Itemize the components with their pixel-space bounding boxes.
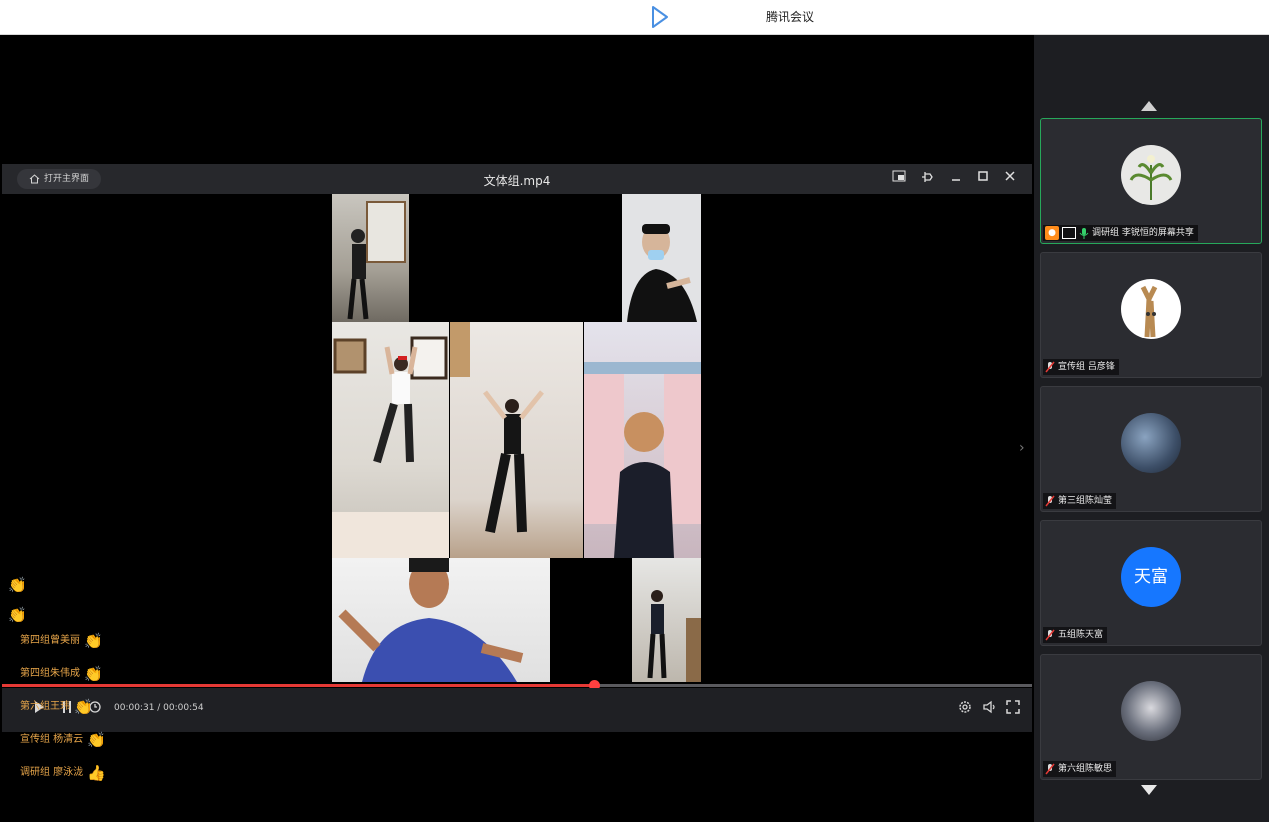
screen-share-icon xyxy=(1062,227,1076,239)
chat-message: 👏 xyxy=(8,604,27,626)
player-titlebar: 打开主界面 文体组.mp4 xyxy=(2,164,1032,194)
chat-message: 调研组 廖泳泷 👍 xyxy=(20,762,106,784)
participant-name: 宣传组 吕彦锋 xyxy=(1058,362,1115,372)
chat-message-text: 宣传组 杨清云 xyxy=(20,734,84,745)
chat-message-text: 调研组 廖泳泷 xyxy=(20,767,84,778)
picture-in-picture-icon[interactable] xyxy=(890,170,908,188)
participant-tile[interactable]: 天富 五组陈天富 xyxy=(1040,520,1262,646)
clap-icon: 👏 xyxy=(84,665,103,683)
chat-message: 👏 xyxy=(8,574,27,596)
settings-gear-icon[interactable] xyxy=(956,700,974,718)
host-icon: ● xyxy=(1045,226,1059,240)
chat-message-text: 第六组王玮 xyxy=(20,701,70,712)
clap-icon: 👏 xyxy=(8,606,27,624)
participant-name: 第三组陈灿莹 xyxy=(1058,496,1113,506)
participant-tile[interactable]: 第六组陈敏思 xyxy=(1040,654,1262,780)
maximize-icon[interactable] xyxy=(974,170,992,188)
participant-name: 第六组陈敏思 xyxy=(1058,764,1113,774)
tree-avatar xyxy=(1121,279,1181,339)
chat-message-text: 第四组曾美丽 xyxy=(20,635,80,646)
participant-name-tag: ● 调研组 李锐恒的屏幕共享 xyxy=(1043,225,1198,241)
participant-tile[interactable]: 第三组陈灿莹 xyxy=(1040,386,1262,512)
participant-tile[interactable]: 宣传组 吕彦锋 xyxy=(1040,252,1262,378)
scroll-down-icon[interactable] xyxy=(1141,785,1157,795)
chat-message: 宣传组 杨清云 👏 xyxy=(20,729,106,751)
window-titlebar: 腾讯会议 xyxy=(0,0,1269,35)
avatar-initials: 天富 xyxy=(1134,567,1168,587)
clap-icon: 👏 xyxy=(74,698,93,716)
participant-tile[interactable]: ● 调研组 李锐恒的屏幕共享 xyxy=(1040,118,1262,244)
microphone-muted-icon xyxy=(1045,361,1055,373)
video-cell-dancer-5 xyxy=(584,322,701,558)
window-title: 腾讯会议 xyxy=(765,10,814,24)
microphone-muted-icon xyxy=(1045,495,1055,507)
participant-name: 调研组 李锐恒的屏幕共享 xyxy=(1092,228,1194,238)
video-progress-bar[interactable] xyxy=(2,680,1032,691)
video-cell-dancer-2 xyxy=(622,194,701,322)
minimize-icon[interactable] xyxy=(947,170,965,188)
participant-name-tag: 五组陈天富 xyxy=(1043,627,1108,643)
video-frame[interactable]: › xyxy=(2,194,1032,682)
participant-name-tag: 宣传组 吕彦锋 xyxy=(1043,359,1119,375)
participant-sidebar: ● 调研组 李锐恒的屏幕共享 宣传组 吕彦锋 第三组陈灿莹 天富 五组陈天富 第… xyxy=(1034,35,1269,822)
chat-message: 第四组曾美丽 👏 xyxy=(20,630,103,652)
flower-avatar xyxy=(1121,145,1181,205)
microphone-muted-icon xyxy=(1045,629,1055,641)
scroll-up-icon[interactable] xyxy=(1141,101,1157,111)
video-cell-dancer-3 xyxy=(332,322,449,558)
player-controls: 00:00:31 / 00:00:54 xyxy=(2,688,1032,732)
volume-icon[interactable] xyxy=(980,700,998,718)
video-cell-dancer-4 xyxy=(450,322,583,558)
chat-message: 第四组朱伟成 👏 xyxy=(20,663,103,685)
initials-avatar: 天富 xyxy=(1121,547,1181,607)
dance-collage xyxy=(332,194,701,682)
thumbs-up-icon: 👍 xyxy=(87,764,106,782)
video-cell-dancer-6 xyxy=(332,558,550,682)
participant-name: 五组陈天富 xyxy=(1058,630,1104,640)
chat-message: 第六组王玮 👏 xyxy=(20,696,93,718)
chevron-right-icon[interactable]: › xyxy=(1019,440,1025,456)
fullscreen-icon[interactable] xyxy=(1004,700,1022,718)
close-icon[interactable] xyxy=(1001,170,1019,188)
participant-name-tag: 第三组陈灿莹 xyxy=(1043,493,1117,509)
participant-name-tag: 第六组陈敏思 xyxy=(1043,761,1117,777)
video-file-title: 文体组.mp4 xyxy=(483,174,551,188)
photo-avatar xyxy=(1121,413,1181,473)
clap-icon: 👏 xyxy=(84,632,103,650)
clap-icon: 👏 xyxy=(8,576,27,594)
video-player: 打开主界面 文体组.mp4 › 00:00:31 / 00:00:54 xyxy=(2,164,1032,732)
clap-icon: 👏 xyxy=(87,731,106,749)
photo-avatar xyxy=(1121,681,1181,741)
pin-icon[interactable] xyxy=(919,170,937,188)
playback-time: 00:00:31 / 00:00:54 xyxy=(114,703,204,713)
video-cell-dancer-1 xyxy=(332,194,409,322)
video-cell-dancer-7 xyxy=(632,558,701,682)
microphone-on-icon xyxy=(1079,228,1089,239)
microphone-muted-icon xyxy=(1045,763,1055,775)
chat-message-text: 第四组朱伟成 xyxy=(20,668,80,679)
